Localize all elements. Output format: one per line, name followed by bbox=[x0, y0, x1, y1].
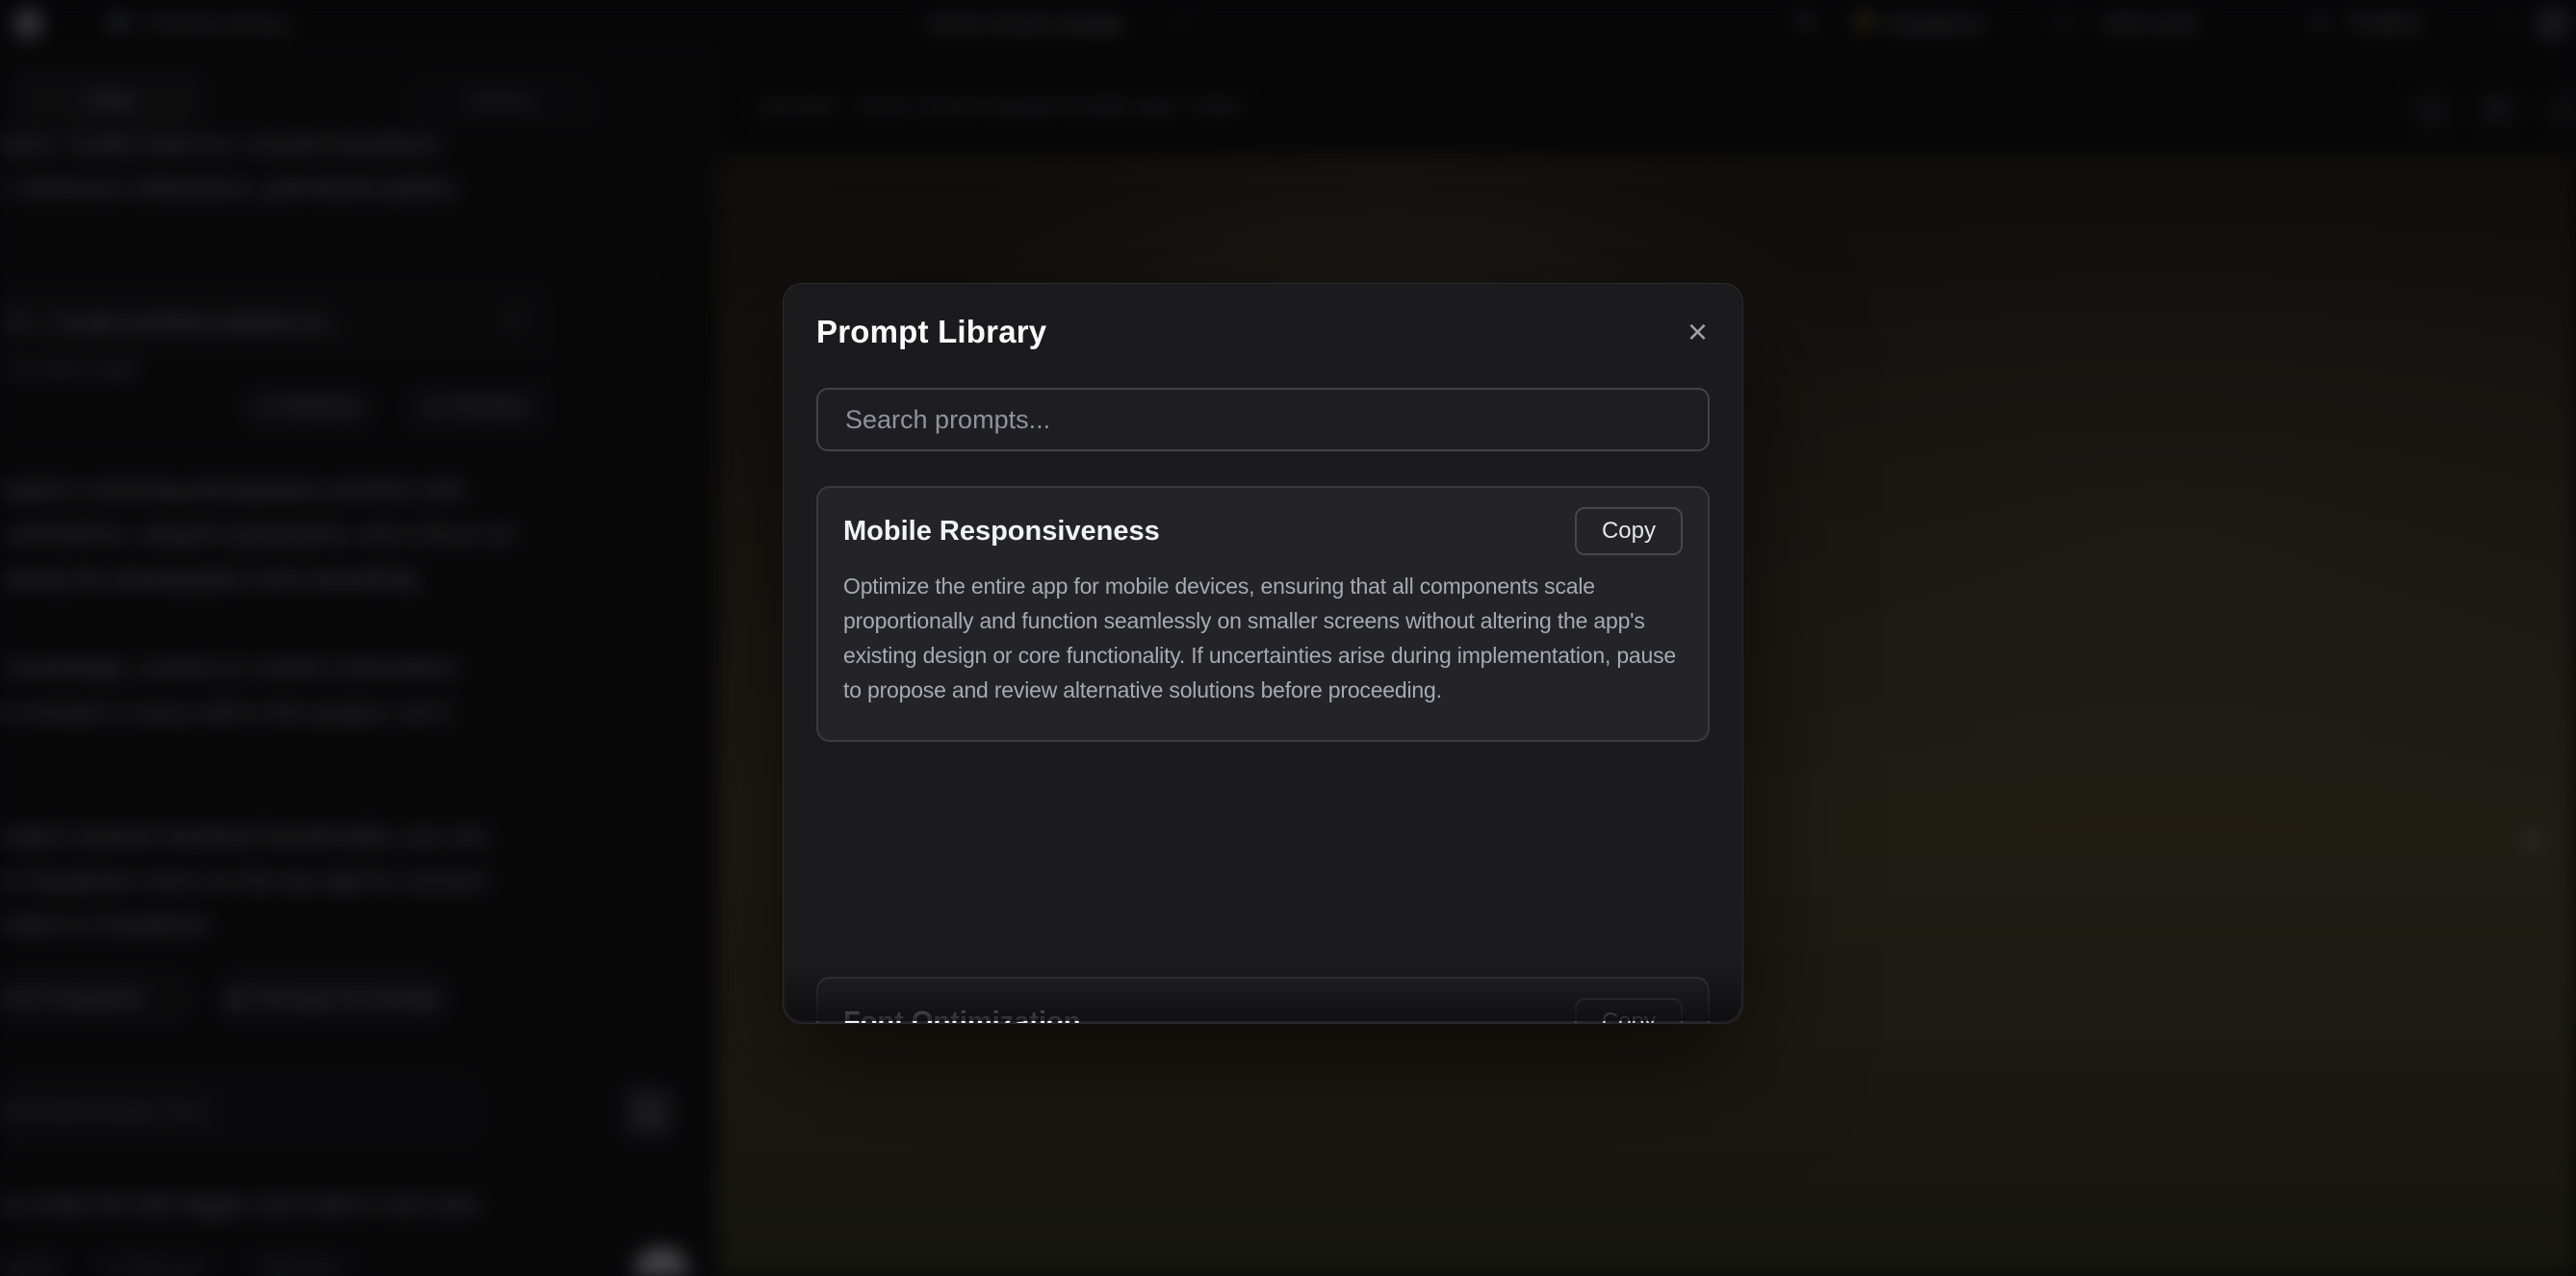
prompt-card-header: Font Optimization Copy bbox=[843, 998, 1683, 1024]
modal-header: Prompt Library × bbox=[816, 309, 1713, 355]
prompt-card: Font Optimization Copy Analyze the exist… bbox=[816, 977, 1710, 1024]
prompt-card: Mobile Responsiveness Copy Optimize the … bbox=[816, 486, 1710, 742]
close-icon[interactable]: × bbox=[1682, 315, 1713, 349]
prompt-list: Mobile Responsiveness Copy Optimize the … bbox=[816, 486, 1710, 1023]
prompt-library-modal: Prompt Library × Mobile Responsiveness C… bbox=[783, 283, 1743, 1024]
prompt-card-title: Font Optimization bbox=[843, 1007, 1080, 1025]
prompt-card-header: Mobile Responsiveness Copy bbox=[843, 507, 1683, 555]
app-window: ▦ Prompt Library arctic-visual-voyage ⌄ … bbox=[0, 0, 2576, 1276]
prompt-card-description: Optimize the entire app for mobile devic… bbox=[843, 569, 1683, 707]
prompt-card-title: Mobile Responsiveness bbox=[843, 516, 1160, 548]
copy-button[interactable]: Copy bbox=[1575, 998, 1683, 1024]
search-input[interactable] bbox=[816, 388, 1710, 451]
copy-button[interactable]: Copy bbox=[1575, 507, 1683, 555]
modal-title: Prompt Library bbox=[816, 314, 1046, 350]
